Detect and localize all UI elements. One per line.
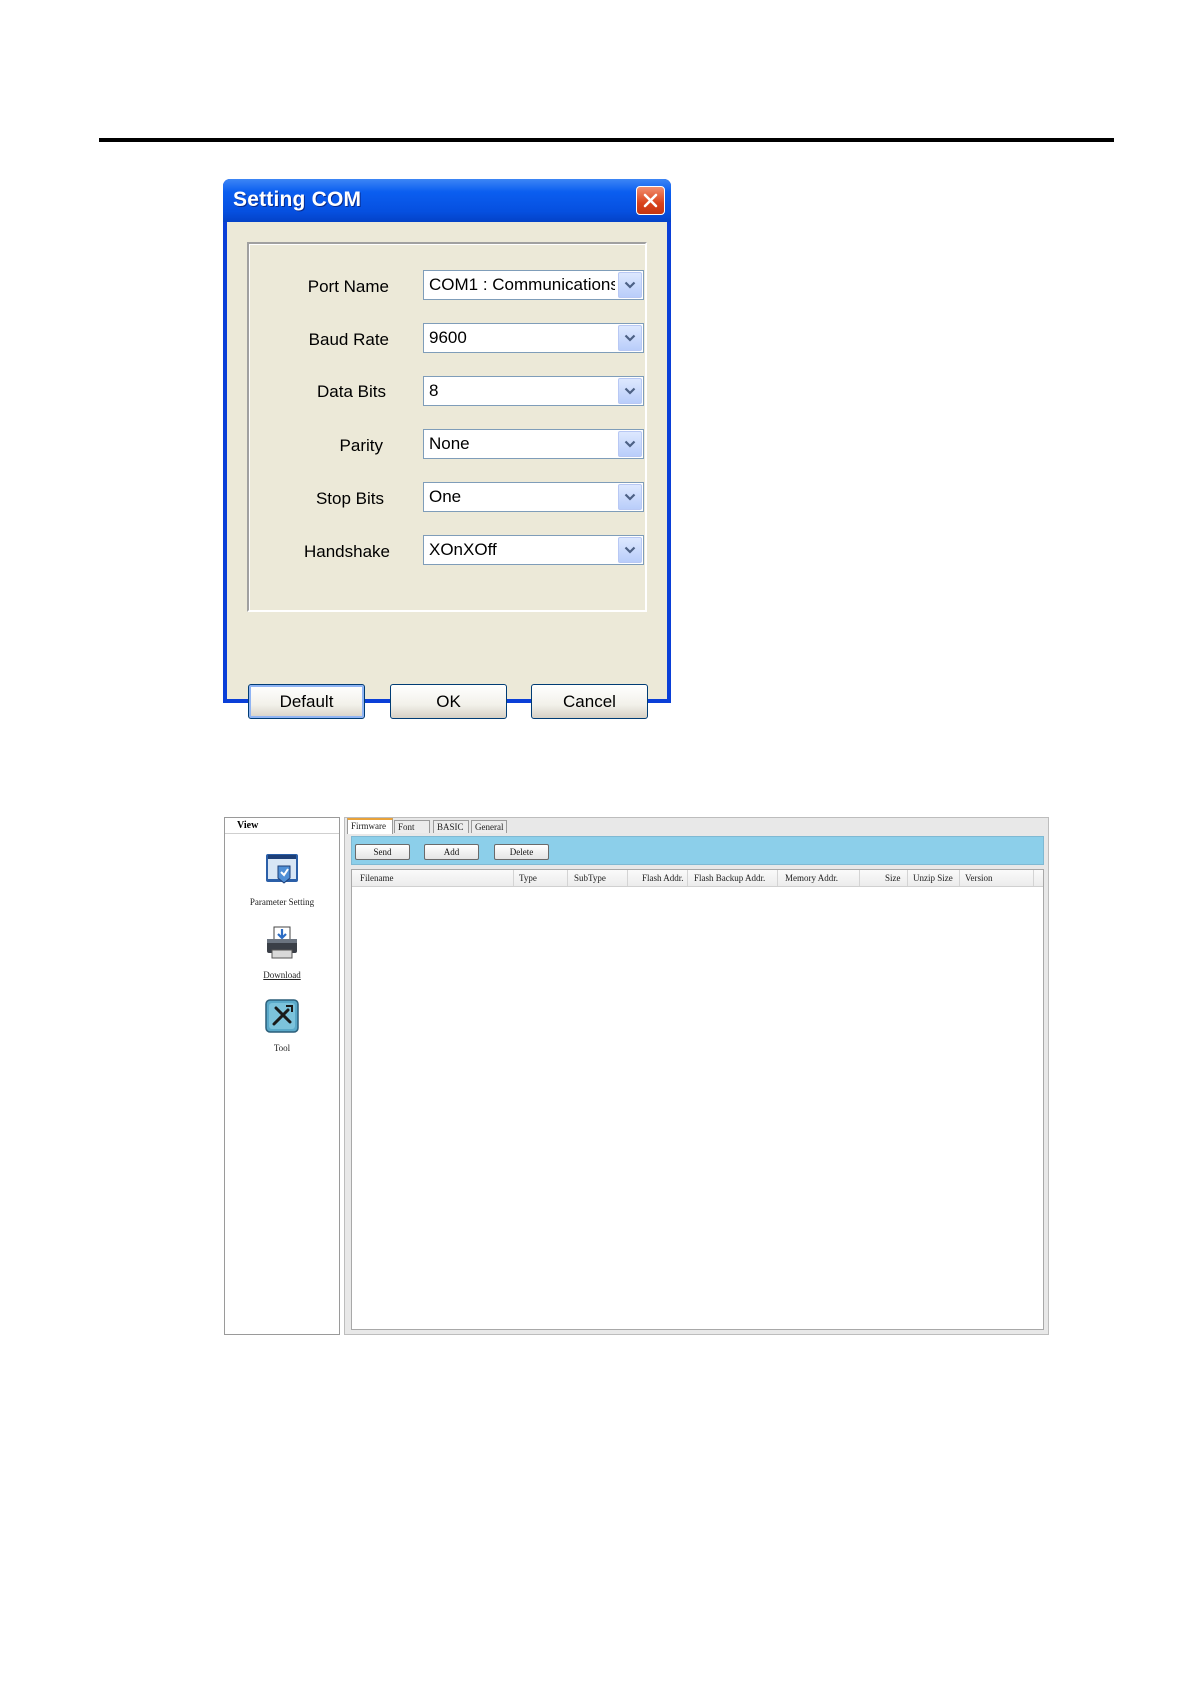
column-subtype[interactable]: SubType: [568, 870, 628, 886]
parity-select[interactable]: None: [423, 429, 644, 459]
data-bits-select[interactable]: 8: [423, 376, 644, 406]
tool-icon: [265, 999, 299, 1033]
chevron-down-icon[interactable]: [618, 484, 642, 510]
app-window: View Parameter Setting Download Tool Fir…: [224, 817, 1049, 1335]
stop-bits-label: Stop Bits: [315, 489, 384, 508]
baud-rate-value: 9600: [429, 328, 467, 347]
sidebar-item-tool[interactable]: Tool: [225, 996, 339, 1053]
sidebar-item-label: Tool: [273, 1043, 291, 1053]
add-button[interactable]: Add: [424, 844, 479, 860]
sidebar-item-label: Download: [263, 970, 301, 980]
tab-font[interactable]: Font: [394, 820, 430, 833]
column-memory-addr[interactable]: Memory Addr.: [778, 870, 860, 886]
column-flash-backup-addr[interactable]: Flash Backup Addr.: [688, 870, 778, 886]
tab-general[interactable]: General: [471, 820, 507, 833]
delete-button[interactable]: Delete: [494, 844, 549, 860]
default-button[interactable]: Default: [248, 684, 365, 719]
dialog-body: Port Name COM1 : Communications F Baud R…: [227, 222, 667, 719]
column-size[interactable]: Size: [860, 870, 908, 886]
send-button[interactable]: Send: [355, 844, 410, 860]
close-button[interactable]: [636, 186, 665, 215]
port-name-select[interactable]: COM1 : Communications F: [423, 270, 644, 300]
firmware-panel: Firmware Font BASIC General Send Add Del…: [344, 817, 1049, 1335]
dialog-titlebar[interactable]: Setting COM: [223, 179, 671, 222]
stop-bits-value: One: [429, 487, 462, 506]
column-filename[interactable]: Filename: [352, 870, 514, 886]
data-bits-label: Data Bits: [317, 382, 386, 401]
handshake-label: Handshake: [303, 542, 390, 561]
setting-com-dialog: Setting COM Port Name COM1 : Communicati…: [223, 179, 671, 719]
parameter-setting-icon: [266, 854, 298, 884]
cancel-button[interactable]: Cancel: [531, 684, 648, 719]
firmware-toolbar: Send Add Delete: [351, 836, 1044, 865]
handshake-select[interactable]: XOnXOff: [423, 535, 644, 565]
column-type[interactable]: Type: [514, 870, 568, 886]
port-name-value: COM1 : Communications F: [429, 275, 615, 294]
file-list[interactable]: Filename Type SubType Flash Addr. Flash …: [351, 869, 1044, 1330]
sidebar-item-parameter-setting[interactable]: Parameter Setting: [225, 850, 339, 907]
sidebar-item-label: Parameter Setting: [249, 897, 315, 907]
settings-group: Port Name COM1 : Communications F Baud R…: [247, 242, 647, 612]
page-top-rule: [99, 138, 1114, 142]
close-icon: [643, 193, 658, 208]
sidebar-header: View: [225, 818, 339, 834]
column-flash-addr[interactable]: Flash Addr.: [628, 870, 688, 886]
parity-value: None: [429, 434, 470, 453]
column-unzip-size[interactable]: Unzip Size: [908, 870, 960, 886]
chevron-down-icon[interactable]: [618, 378, 642, 404]
handshake-value: XOnXOff: [429, 540, 497, 559]
column-version[interactable]: Version: [960, 870, 1034, 886]
chevron-down-icon[interactable]: [618, 431, 642, 457]
baud-rate-label: Baud Rate: [308, 330, 389, 349]
download-printer-icon: [267, 926, 297, 959]
stop-bits-select[interactable]: One: [423, 482, 644, 512]
tab-firmware[interactable]: Firmware: [347, 818, 393, 834]
baud-rate-select[interactable]: 9600: [423, 323, 644, 353]
view-sidebar: View Parameter Setting Download Tool: [224, 817, 340, 1335]
parity-label: Parity: [339, 436, 383, 455]
port-name-label: Port Name: [307, 277, 389, 296]
tab-basic[interactable]: BASIC: [433, 820, 469, 833]
sidebar-item-download[interactable]: Download: [225, 923, 339, 980]
data-bits-value: 8: [429, 381, 439, 400]
chevron-down-icon[interactable]: [618, 537, 642, 563]
ok-button[interactable]: OK: [390, 684, 507, 719]
chevron-down-icon[interactable]: [618, 272, 642, 298]
dialog-title: Setting COM: [233, 188, 362, 211]
chevron-down-icon[interactable]: [618, 325, 642, 351]
